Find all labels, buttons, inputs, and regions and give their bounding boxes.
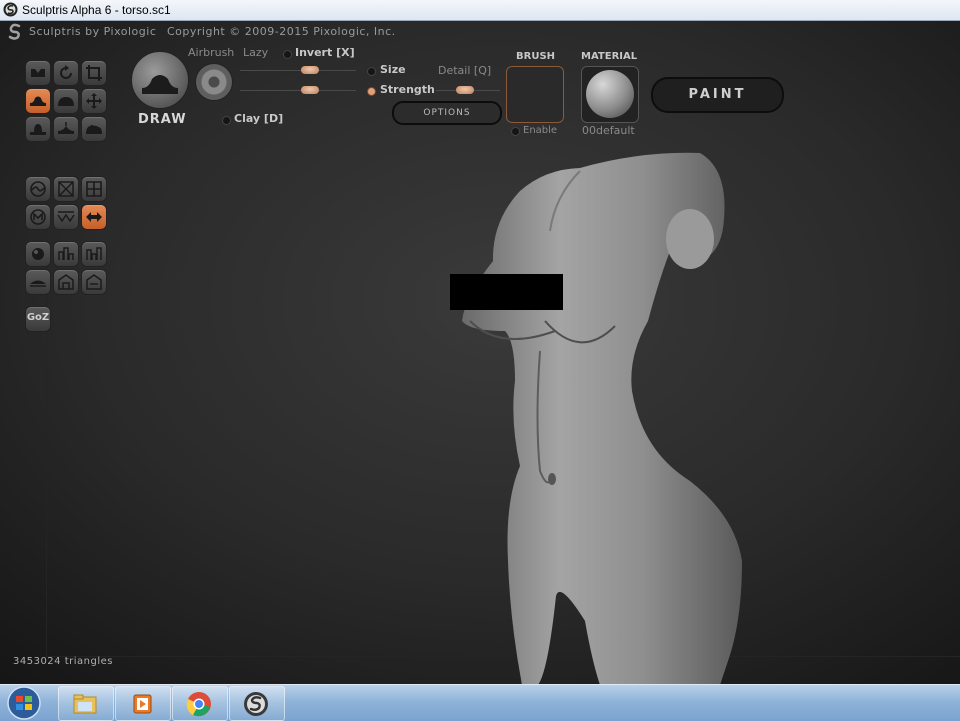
scale-icon (86, 65, 102, 81)
window-title: Sculptris Alpha 6 - torso.sc1 (22, 3, 171, 17)
chrome-icon (186, 692, 211, 717)
triangle-count: 3453024 triangles (13, 656, 113, 667)
airbrush-toggle[interactable]: Airbrush (188, 46, 234, 59)
rotate-icon (60, 65, 72, 79)
size-slider-track[interactable] (240, 70, 356, 71)
grab-tool-button[interactable] (81, 88, 107, 114)
grid-icon (86, 181, 102, 197)
size-slider-knob[interactable] (300, 66, 319, 74)
grid-tool-button[interactable] (81, 176, 107, 202)
clay-toggle[interactable]: Clay [D] (234, 112, 283, 125)
mirror-arrows-icon (86, 212, 102, 222)
inflate-icon (58, 97, 74, 106)
file-explorer-icon (73, 694, 97, 714)
brush-texture-slot[interactable] (506, 66, 564, 123)
draw-brush-icon (142, 75, 178, 94)
grab-icon (86, 93, 102, 109)
size-label: Size (380, 63, 406, 76)
strength-indicator (367, 87, 376, 96)
smooth-tool-button[interactable] (81, 116, 107, 142)
sculptris-logo-icon (8, 23, 21, 40)
material-slot[interactable] (581, 66, 639, 123)
options-button[interactable]: OPTIONS (392, 101, 502, 125)
brush-panel-title: BRUSH (516, 51, 556, 62)
crease-icon (31, 69, 45, 77)
draw-icon (30, 96, 46, 106)
invert-indicator (283, 50, 292, 59)
plane-tool-button[interactable] (25, 269, 51, 295)
show-icon (86, 274, 102, 290)
mask-icon (30, 209, 46, 225)
censor-bar (450, 274, 563, 310)
sculpt-viewport[interactable]: Sculptris by Pixologic Copyright © 2009-… (0, 21, 960, 684)
hide-icon (58, 274, 74, 290)
detail-slider-knob[interactable] (455, 86, 474, 94)
app-header: Sculptris by Pixologic Copyright © 2009-… (0, 21, 960, 45)
plane-icon (30, 280, 46, 287)
material-name: 00default (582, 124, 635, 137)
brush-preview[interactable] (131, 51, 189, 109)
taskbar-chrome-button[interactable] (172, 686, 228, 721)
mask-tool-button[interactable] (25, 204, 51, 230)
material-panel-title: MATERIAL (581, 51, 638, 62)
strength-label: Strength (380, 83, 435, 96)
falloff-curve-icon[interactable] (195, 63, 233, 101)
clay-indicator (222, 116, 231, 125)
detail-label: Detail [Q] (438, 64, 492, 77)
inflate-tool-button[interactable] (53, 88, 79, 114)
size-indicator (367, 67, 376, 76)
subdivide-tool-button[interactable] (53, 241, 79, 267)
wireframe-tool-button[interactable] (53, 176, 79, 202)
scale-tool-button[interactable] (81, 60, 107, 86)
media-player-icon (133, 694, 152, 714)
wireframe-icon (58, 181, 74, 197)
hide-tool-button[interactable] (53, 269, 79, 295)
show-tool-button[interactable] (81, 269, 107, 295)
pinch-icon (58, 122, 74, 134)
window-titlebar: Sculptris Alpha 6 - torso.sc1 (0, 0, 960, 21)
reduce-icon (57, 211, 75, 223)
windows-start-icon[interactable] (4, 685, 44, 721)
flatten-tool-button[interactable] (25, 116, 51, 142)
lazy-toggle[interactable]: Lazy (243, 46, 268, 59)
material-sphere-preview (586, 70, 634, 118)
paint-mode-button[interactable]: PAINT (651, 77, 784, 113)
sphere-tool-button[interactable] (25, 241, 51, 267)
brush-enable-toggle[interactable]: Enable (523, 125, 557, 136)
taskbar-sculptris-button[interactable] (229, 686, 285, 721)
rotate-tool-button[interactable] (53, 60, 79, 86)
symmetry-icon (30, 181, 46, 197)
brush-enable-indicator (511, 127, 520, 136)
sphere-icon (32, 248, 44, 260)
symmetry-tool-button[interactable] (25, 176, 51, 202)
goz-label: GoZ (26, 312, 50, 323)
taskbar-explorer-button[interactable] (58, 686, 114, 721)
invert-toggle[interactable]: Invert [X] (295, 46, 355, 59)
reduce-selected-icon (86, 247, 102, 260)
brush-name: DRAW (138, 112, 187, 127)
sculpted-torso-model[interactable] (440, 146, 760, 684)
smooth-icon (86, 125, 102, 134)
pinch-tool-button[interactable] (53, 116, 79, 142)
subdivide-icon (58, 247, 74, 260)
crease-tool-button[interactable] (25, 60, 51, 86)
copyright-text: Copyright © 2009-2015 Pixologic, Inc. (167, 25, 396, 38)
mirror-tool-button[interactable] (81, 204, 107, 230)
sculptris-icon (244, 692, 268, 716)
goz-button[interactable]: GoZ (25, 306, 51, 332)
draw-tool-button[interactable] (25, 88, 51, 114)
flatten-icon (30, 124, 46, 135)
app-name: Sculptris by Pixologic (29, 25, 157, 38)
reduce-selected-tool-button[interactable] (81, 241, 107, 267)
sculptris-window-icon (3, 2, 18, 17)
reduce-tool-button[interactable] (53, 204, 79, 230)
strength-slider-track[interactable] (240, 90, 356, 91)
strength-slider-knob[interactable] (300, 86, 319, 94)
windows-taskbar (0, 684, 960, 721)
taskbar-media-button[interactable] (115, 686, 171, 721)
